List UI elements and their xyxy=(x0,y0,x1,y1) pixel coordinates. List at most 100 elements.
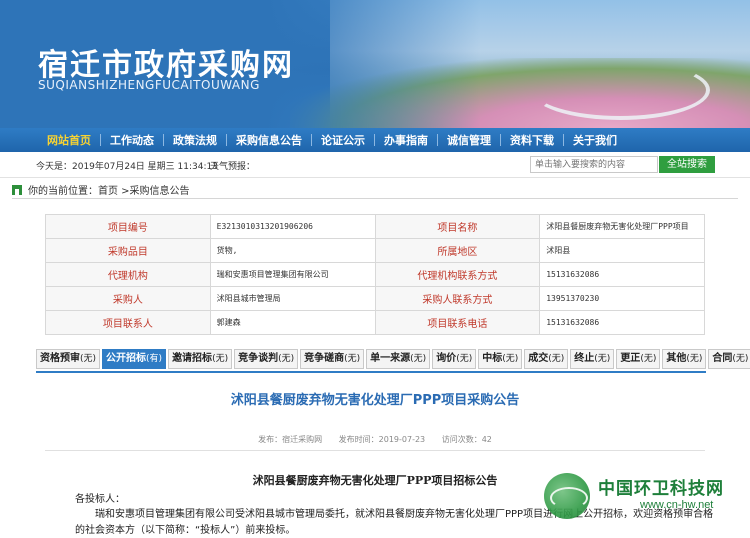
detail-label: 代理机构 xyxy=(45,262,211,287)
tab-label: 其他 xyxy=(666,353,687,364)
detail-value: 沭阳县 xyxy=(539,238,705,263)
tab-label: 合同 xyxy=(712,353,733,364)
detail-value: E3213010313201906206 xyxy=(209,214,376,239)
tab-count: (无) xyxy=(278,354,295,364)
breadcrumb-text: 你的当前位置：首页 >采购信息公告 xyxy=(28,186,190,197)
detail-label: 项目联系电话 xyxy=(374,310,541,335)
article-views: 访问次数：42 xyxy=(441,435,492,444)
tab-label: 资格预审 xyxy=(40,353,80,364)
detail-label: 代理机构联系方式 xyxy=(374,262,541,287)
nav-item-guide[interactable]: 办事指南 xyxy=(375,132,437,148)
tab-count: (有) xyxy=(146,354,163,364)
nav-item-public-review[interactable]: 论证公示 xyxy=(312,132,374,148)
nav-item-work-news[interactable]: 工作动态 xyxy=(101,132,163,148)
nav-item-downloads[interactable]: 资料下载 xyxy=(501,132,563,148)
nav-item-procurement-notices[interactable]: 采购信息公告 xyxy=(227,132,311,148)
detail-value: 15131632086 xyxy=(539,262,705,287)
site-banner: 宿迁市政府采购网 SUQIANSHIZHENGFUCAITOUWANG xyxy=(0,0,750,128)
nav-item-about[interactable]: 关于我们 xyxy=(564,132,626,148)
home-icon xyxy=(12,185,22,195)
search-button[interactable]: 全站搜索 xyxy=(659,156,715,173)
tab-count: (无) xyxy=(594,354,611,364)
info-bar: 今天是：2019年07月24日 星期三 11:34:13 天气预报： 全站搜索 xyxy=(0,152,750,178)
detail-value: 货物, xyxy=(209,238,376,263)
table-row: 项目联系人 郭建森 项目联系电话 15131632086 xyxy=(45,310,705,335)
article-greeting: 各投标人： xyxy=(75,494,125,505)
detail-value: 沭阳县城市管理局 xyxy=(209,286,376,311)
tab-count: (无) xyxy=(732,354,749,364)
tab-count: (无) xyxy=(502,354,519,364)
article-meta: 发布：宿迁采购网 发布时间：2019-07-23 访问次数：42 xyxy=(0,434,750,445)
tab-label: 询价 xyxy=(436,353,457,364)
main-nav: 网站首页 工作动态 政策法规 采购信息公告 论证公示 办事指南 诚信管理 资料下… xyxy=(0,128,750,152)
detail-value: 沭阳县餐厨废弃物无害化处理厂PPP项目 xyxy=(539,214,705,239)
tab-terminated[interactable]: 终止(无) xyxy=(570,349,615,369)
tab-single-source[interactable]: 单一来源(无) xyxy=(366,349,431,369)
globe-logo-icon xyxy=(544,473,590,519)
detail-value: 13951370230 xyxy=(539,286,705,311)
tab-correction[interactable]: 更正(无) xyxy=(616,349,661,369)
tab-contract[interactable]: 合同(无) xyxy=(708,349,750,369)
detail-label: 项目名称 xyxy=(374,214,541,239)
tab-count: (无) xyxy=(548,354,565,364)
detail-value: 15131632086 xyxy=(539,310,705,335)
detail-label: 项目联系人 xyxy=(45,310,211,335)
tab-competitive-consultation[interactable]: 竞争磋商(无) xyxy=(300,349,365,369)
search-input[interactable] xyxy=(530,156,658,173)
table-row: 采购品目 货物, 所属地区 沭阳县 xyxy=(45,238,705,263)
tab-inquiry[interactable]: 询价(无) xyxy=(432,349,477,369)
tab-label: 单一来源 xyxy=(370,353,411,364)
nav-item-policy[interactable]: 政策法规 xyxy=(164,132,226,148)
article-title: 沭阳县餐厨废弃物无害化处理厂PPP项目采购公告 xyxy=(230,393,520,408)
tab-label: 终止 xyxy=(574,353,595,364)
detail-label: 所属地区 xyxy=(374,238,541,263)
nav-item-integrity[interactable]: 诚信管理 xyxy=(438,132,500,148)
site-pinyin: SUQIANSHIZHENGFUCAITOUWANG xyxy=(38,78,260,92)
tab-label: 中标 xyxy=(482,353,503,364)
tab-label: 公开招标 xyxy=(106,353,147,364)
tab-other[interactable]: 其他(无) xyxy=(662,349,707,369)
tab-count: (无) xyxy=(410,354,427,364)
tab-count: (无) xyxy=(456,354,473,364)
project-details-table: 项目编号 E3213010313201906206 项目名称 沭阳县餐厨废弃物无… xyxy=(45,214,705,335)
tab-label: 更正 xyxy=(620,353,641,364)
tab-award[interactable]: 中标(无) xyxy=(478,349,523,369)
tab-deal[interactable]: 成交(无) xyxy=(524,349,569,369)
tab-count: (无) xyxy=(80,354,97,364)
table-row: 项目编号 E3213010313201906206 项目名称 沭阳县餐厨废弃物无… xyxy=(45,214,705,239)
tab-count: (无) xyxy=(640,354,657,364)
tabs-underline xyxy=(36,371,706,373)
tab-label: 竞争磋商 xyxy=(304,353,345,364)
breadcrumb: 你的当前位置：首页 >采购信息公告 xyxy=(12,182,738,198)
current-date: 今天是：2019年07月24日 星期三 11:34:13 xyxy=(36,162,218,172)
detail-value: 郭建森 xyxy=(209,310,376,335)
tab-prequalification[interactable]: 资格预审(无) xyxy=(36,349,101,369)
article-source: 发布：宿迁采购网 xyxy=(258,435,323,444)
detail-value: 瑞和安惠项目管理集团有限公司 xyxy=(209,262,376,287)
detail-label: 项目编号 xyxy=(45,214,211,239)
notice-type-tabs: 资格预审(无) 公开招标(有) 邀请招标(无) 竞争谈判(无) 竞争磋商(无) … xyxy=(36,349,750,371)
table-row: 代理机构 瑞和安惠项目管理集团有限公司 代理机构联系方式 15131632086 xyxy=(45,262,705,287)
tab-competitive-negotiation[interactable]: 竞争谈判(无) xyxy=(234,349,299,369)
weather-label: 天气预报： xyxy=(210,162,256,172)
watermark-name: 中国环卫科技网 xyxy=(598,479,724,499)
tab-open-tender[interactable]: 公开招标(有) xyxy=(102,349,167,369)
tab-count: (无) xyxy=(212,354,229,364)
article-date: 发布时间：2019-07-23 xyxy=(338,435,426,444)
banner-road xyxy=(530,60,710,120)
watermark: 中国环卫科技网 www.cn-hw.net xyxy=(544,470,744,520)
tab-count: (无) xyxy=(344,354,361,364)
nav-item-home[interactable]: 网站首页 xyxy=(38,132,100,148)
tab-label: 成交 xyxy=(528,353,549,364)
tab-label: 竞争谈判 xyxy=(238,353,279,364)
article-divider xyxy=(45,450,705,451)
detail-label: 采购人联系方式 xyxy=(374,286,541,311)
detail-label: 采购品目 xyxy=(45,238,211,263)
table-row: 采购人 沭阳县城市管理局 采购人联系方式 13951370230 xyxy=(45,286,705,311)
tab-label: 邀请招标 xyxy=(172,353,213,364)
tab-invited-tender[interactable]: 邀请招标(无) xyxy=(168,349,233,369)
breadcrumb-divider xyxy=(12,198,738,199)
detail-label: 采购人 xyxy=(45,286,211,311)
tab-count: (无) xyxy=(686,354,703,364)
watermark-url: www.cn-hw.net xyxy=(640,499,714,511)
